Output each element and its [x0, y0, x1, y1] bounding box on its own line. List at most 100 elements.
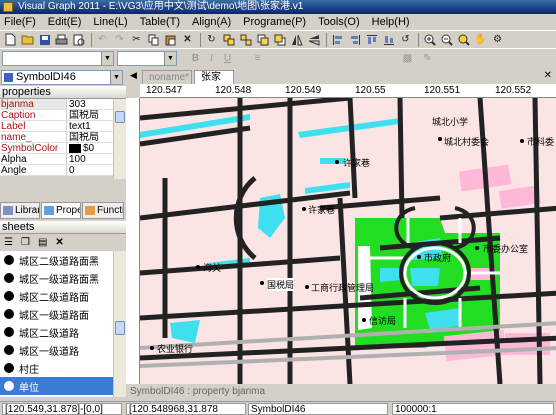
property-row[interactable]: Caption 国税局 — [0, 110, 113, 121]
property-value[interactable]: 国税局 — [67, 110, 99, 120]
map-label[interactable]: 市委办公室 — [483, 242, 528, 255]
tab-library[interactable]: Librar — [0, 202, 40, 219]
paste-sheet-icon[interactable]: ▤ — [38, 237, 47, 248]
size-combo[interactable]: ▼ — [117, 51, 177, 66]
zoom-out-icon[interactable] — [439, 32, 454, 47]
align-text-icon[interactable]: ≡ — [250, 51, 265, 66]
new-sheet-icon[interactable]: ☰ — [4, 237, 13, 248]
visibility-icon[interactable] — [4, 273, 14, 283]
tab-scroll-left-icon[interactable]: ◀ — [130, 70, 137, 81]
property-value[interactable]: $0 — [67, 143, 94, 153]
property-value[interactable]: 国税局 — [67, 132, 99, 142]
menu-help[interactable]: Help(H) — [372, 16, 410, 28]
delete-sheet-icon[interactable]: ✕ — [55, 237, 63, 248]
flip-h-icon[interactable] — [289, 32, 304, 47]
line-color-icon[interactable]: ✎ — [420, 51, 435, 66]
font-combo[interactable]: ▼ — [2, 51, 114, 66]
front-icon[interactable] — [255, 32, 270, 47]
visibility-icon[interactable] — [4, 345, 14, 355]
save-icon[interactable] — [37, 32, 52, 47]
close-tab-icon[interactable]: ✕ — [544, 70, 552, 81]
property-value[interactable]: 0 — [67, 165, 75, 175]
visibility-icon[interactable] — [4, 291, 14, 301]
fill-color-icon[interactable]: ▩ — [400, 51, 415, 66]
tab-properties[interactable]: Prope — [41, 202, 81, 219]
pan-icon[interactable]: ✋ — [473, 32, 488, 47]
print-icon[interactable] — [54, 32, 69, 47]
chevron-down-icon[interactable]: ▼ — [110, 71, 122, 84]
visibility-icon[interactable] — [4, 363, 14, 373]
visibility-icon[interactable] — [4, 255, 14, 265]
zoom-fit-icon[interactable] — [456, 32, 471, 47]
property-row[interactable]: Angle 0 — [0, 165, 113, 176]
italic-icon[interactable]: I — [204, 51, 219, 66]
menu-edit[interactable]: Edit(E) — [48, 16, 82, 28]
new-icon[interactable] — [3, 32, 18, 47]
property-row[interactable]: bjanma 303 — [0, 99, 113, 110]
map-label[interactable]: 城北小学 — [432, 115, 468, 128]
menu-table[interactable]: Table(T) — [140, 16, 180, 28]
property-value[interactable]: text1 — [67, 121, 91, 131]
tab-zhangjiagang[interactable]: 张家港* — [194, 70, 234, 96]
group-icon[interactable] — [221, 32, 236, 47]
visibility-icon[interactable] — [4, 309, 14, 319]
map-view[interactable]: 城北小学 城北村委会 市科委 许家巷 许家巷 市政府 市委办公室 海关 国税局 … — [140, 98, 556, 384]
map-label[interactable]: 城北村委会 — [444, 135, 489, 148]
property-row[interactable]: SymbolColor $0 — [0, 143, 113, 154]
flip-v-icon[interactable] — [306, 32, 321, 47]
property-row[interactable]: name_ 国税局 — [0, 132, 113, 143]
map-label[interactable]: 海关 — [203, 261, 221, 274]
list-item[interactable]: 城区一级道路面黑 — [0, 269, 113, 287]
copy-icon[interactable] — [146, 32, 161, 47]
list-item[interactable]: 城区一级道路面 — [0, 305, 113, 323]
scrollbar-thumb[interactable] — [115, 111, 125, 123]
delete-icon[interactable]: ✕ — [180, 32, 195, 47]
property-value[interactable]: 303 — [67, 99, 86, 109]
map-label[interactable]: 工商行政管理局 — [311, 281, 374, 294]
undo-icon[interactable]: ↶ — [95, 32, 110, 47]
map-label[interactable]: 国税局 — [267, 278, 295, 291]
redo-icon[interactable]: ↷ — [112, 32, 127, 47]
align-right-icon[interactable] — [347, 32, 362, 47]
tab-noname[interactable]: noname* — [142, 70, 192, 84]
refresh-icon[interactable]: ↻ — [204, 32, 219, 47]
map-label[interactable]: 信访局 — [369, 314, 396, 327]
map-label[interactable]: 市科委 — [527, 135, 554, 148]
visibility-icon[interactable] — [4, 327, 14, 337]
property-row[interactable]: Label text1 — [0, 121, 113, 132]
preview-icon[interactable] — [71, 32, 86, 47]
copy-sheet-icon[interactable]: ❐ — [21, 237, 30, 248]
tab-functions[interactable]: Functi — [82, 202, 124, 219]
ungroup-icon[interactable] — [238, 32, 253, 47]
menu-tools[interactable]: Tools(O) — [318, 16, 360, 28]
settings-icon[interactable]: ⚙ — [490, 32, 505, 47]
underline-icon[interactable]: U — [220, 51, 235, 66]
align-top-icon[interactable] — [364, 32, 379, 47]
bold-icon[interactable]: B — [188, 51, 203, 66]
visibility-icon[interactable] — [4, 381, 14, 391]
list-item[interactable]: 城区二级道路面 — [0, 287, 113, 305]
open-icon[interactable] — [20, 32, 35, 47]
map-label[interactable]: 许家巷 — [343, 156, 370, 169]
property-value[interactable]: 100 — [67, 154, 86, 164]
menu-programe[interactable]: Programe(P) — [243, 16, 306, 28]
rotate-icon[interactable]: ↺ — [398, 32, 413, 47]
back-icon[interactable] — [272, 32, 287, 47]
list-item[interactable]: 城区二级道路 — [0, 323, 113, 341]
menu-align[interactable]: Align(A) — [192, 16, 231, 28]
map-label[interactable]: 市政府 — [424, 251, 451, 264]
align-bottom-icon[interactable] — [381, 32, 396, 47]
sheets-scrollbar[interactable] — [113, 251, 126, 397]
property-row[interactable]: Alpha 100 — [0, 154, 113, 165]
align-left-icon[interactable] — [330, 32, 345, 47]
map-label[interactable]: 农业银行 — [157, 342, 193, 355]
zoom-in-icon[interactable] — [422, 32, 437, 47]
paste-icon[interactable] — [163, 32, 178, 47]
list-item[interactable]: 单位 — [0, 377, 113, 395]
symbol-selector[interactable]: SymbolDI46 ▼ — [1, 70, 123, 85]
properties-scrollbar[interactable] — [113, 99, 126, 179]
list-item[interactable]: 村庄 — [0, 359, 113, 377]
cut-icon[interactable]: ✂ — [129, 32, 144, 47]
menu-line[interactable]: Line(L) — [93, 16, 127, 28]
list-item[interactable]: 城区一级道路 — [0, 341, 113, 359]
